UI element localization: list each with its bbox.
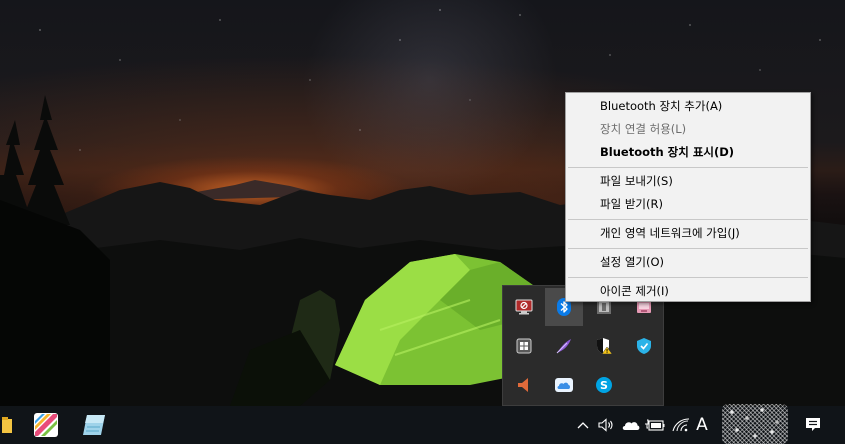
menu-separator [568, 277, 808, 278]
bluetooth-context-menu: Bluetooth 장치 추가(A) 장치 연결 허용(L) Bluetooth… [565, 92, 811, 302]
skype-icon[interactable]: S [585, 366, 623, 404]
menu-separator [568, 219, 808, 220]
menu-item-add-bluetooth-device[interactable]: Bluetooth 장치 추가(A) [566, 95, 810, 118]
shield-app-icon[interactable] [625, 327, 663, 365]
taskbar: A [0, 406, 845, 444]
menu-item-allow-device-connection: 장치 연결 허용(L) [600, 122, 687, 136]
svg-text:S: S [600, 379, 608, 392]
chevron-up-icon[interactable] [574, 406, 592, 444]
tray-icon-grid: S [503, 286, 663, 405]
color-app-icon[interactable] [28, 406, 64, 444]
menu-separator [568, 167, 808, 168]
onedrive-cloud-icon[interactable] [620, 406, 642, 444]
menu-item-join-personal-area-network[interactable]: 개인 영역 네트워크에 가입(J) [566, 222, 810, 245]
wifi-icon[interactable] [670, 406, 692, 444]
speaker-app-icon[interactable] [505, 366, 543, 404]
tray-overflow-flyout: S [502, 285, 664, 406]
file-explorer-icon[interactable] [0, 406, 14, 444]
icloud-icon[interactable] [545, 366, 583, 404]
battery-icon[interactable] [644, 406, 666, 444]
menu-item-send-file[interactable]: 파일 보내기(S) [566, 170, 810, 193]
window-manager-icon[interactable] [505, 327, 543, 365]
ime-label: A [696, 415, 708, 435]
remote-display-icon[interactable] [505, 288, 543, 326]
feather-app-icon[interactable] [545, 327, 583, 365]
menu-item-receive-file[interactable]: 파일 받기(R) [566, 193, 810, 216]
ime-indicator[interactable]: A [692, 406, 712, 444]
menu-item-show-bluetooth-devices[interactable]: Bluetooth 장치 표시(D) [566, 141, 810, 164]
notepad-app-icon[interactable] [76, 406, 112, 444]
menu-separator [568, 248, 808, 249]
volume-icon[interactable] [596, 406, 618, 444]
menu-item-open-settings[interactable]: 설정 열기(O) [566, 251, 810, 274]
menu-item-remove-icon[interactable]: 아이콘 제거(I) [566, 280, 810, 303]
clock-area-obscured[interactable] [722, 404, 788, 444]
notification-icon[interactable] [800, 406, 826, 444]
security-shield-warning-icon[interactable] [585, 327, 623, 365]
